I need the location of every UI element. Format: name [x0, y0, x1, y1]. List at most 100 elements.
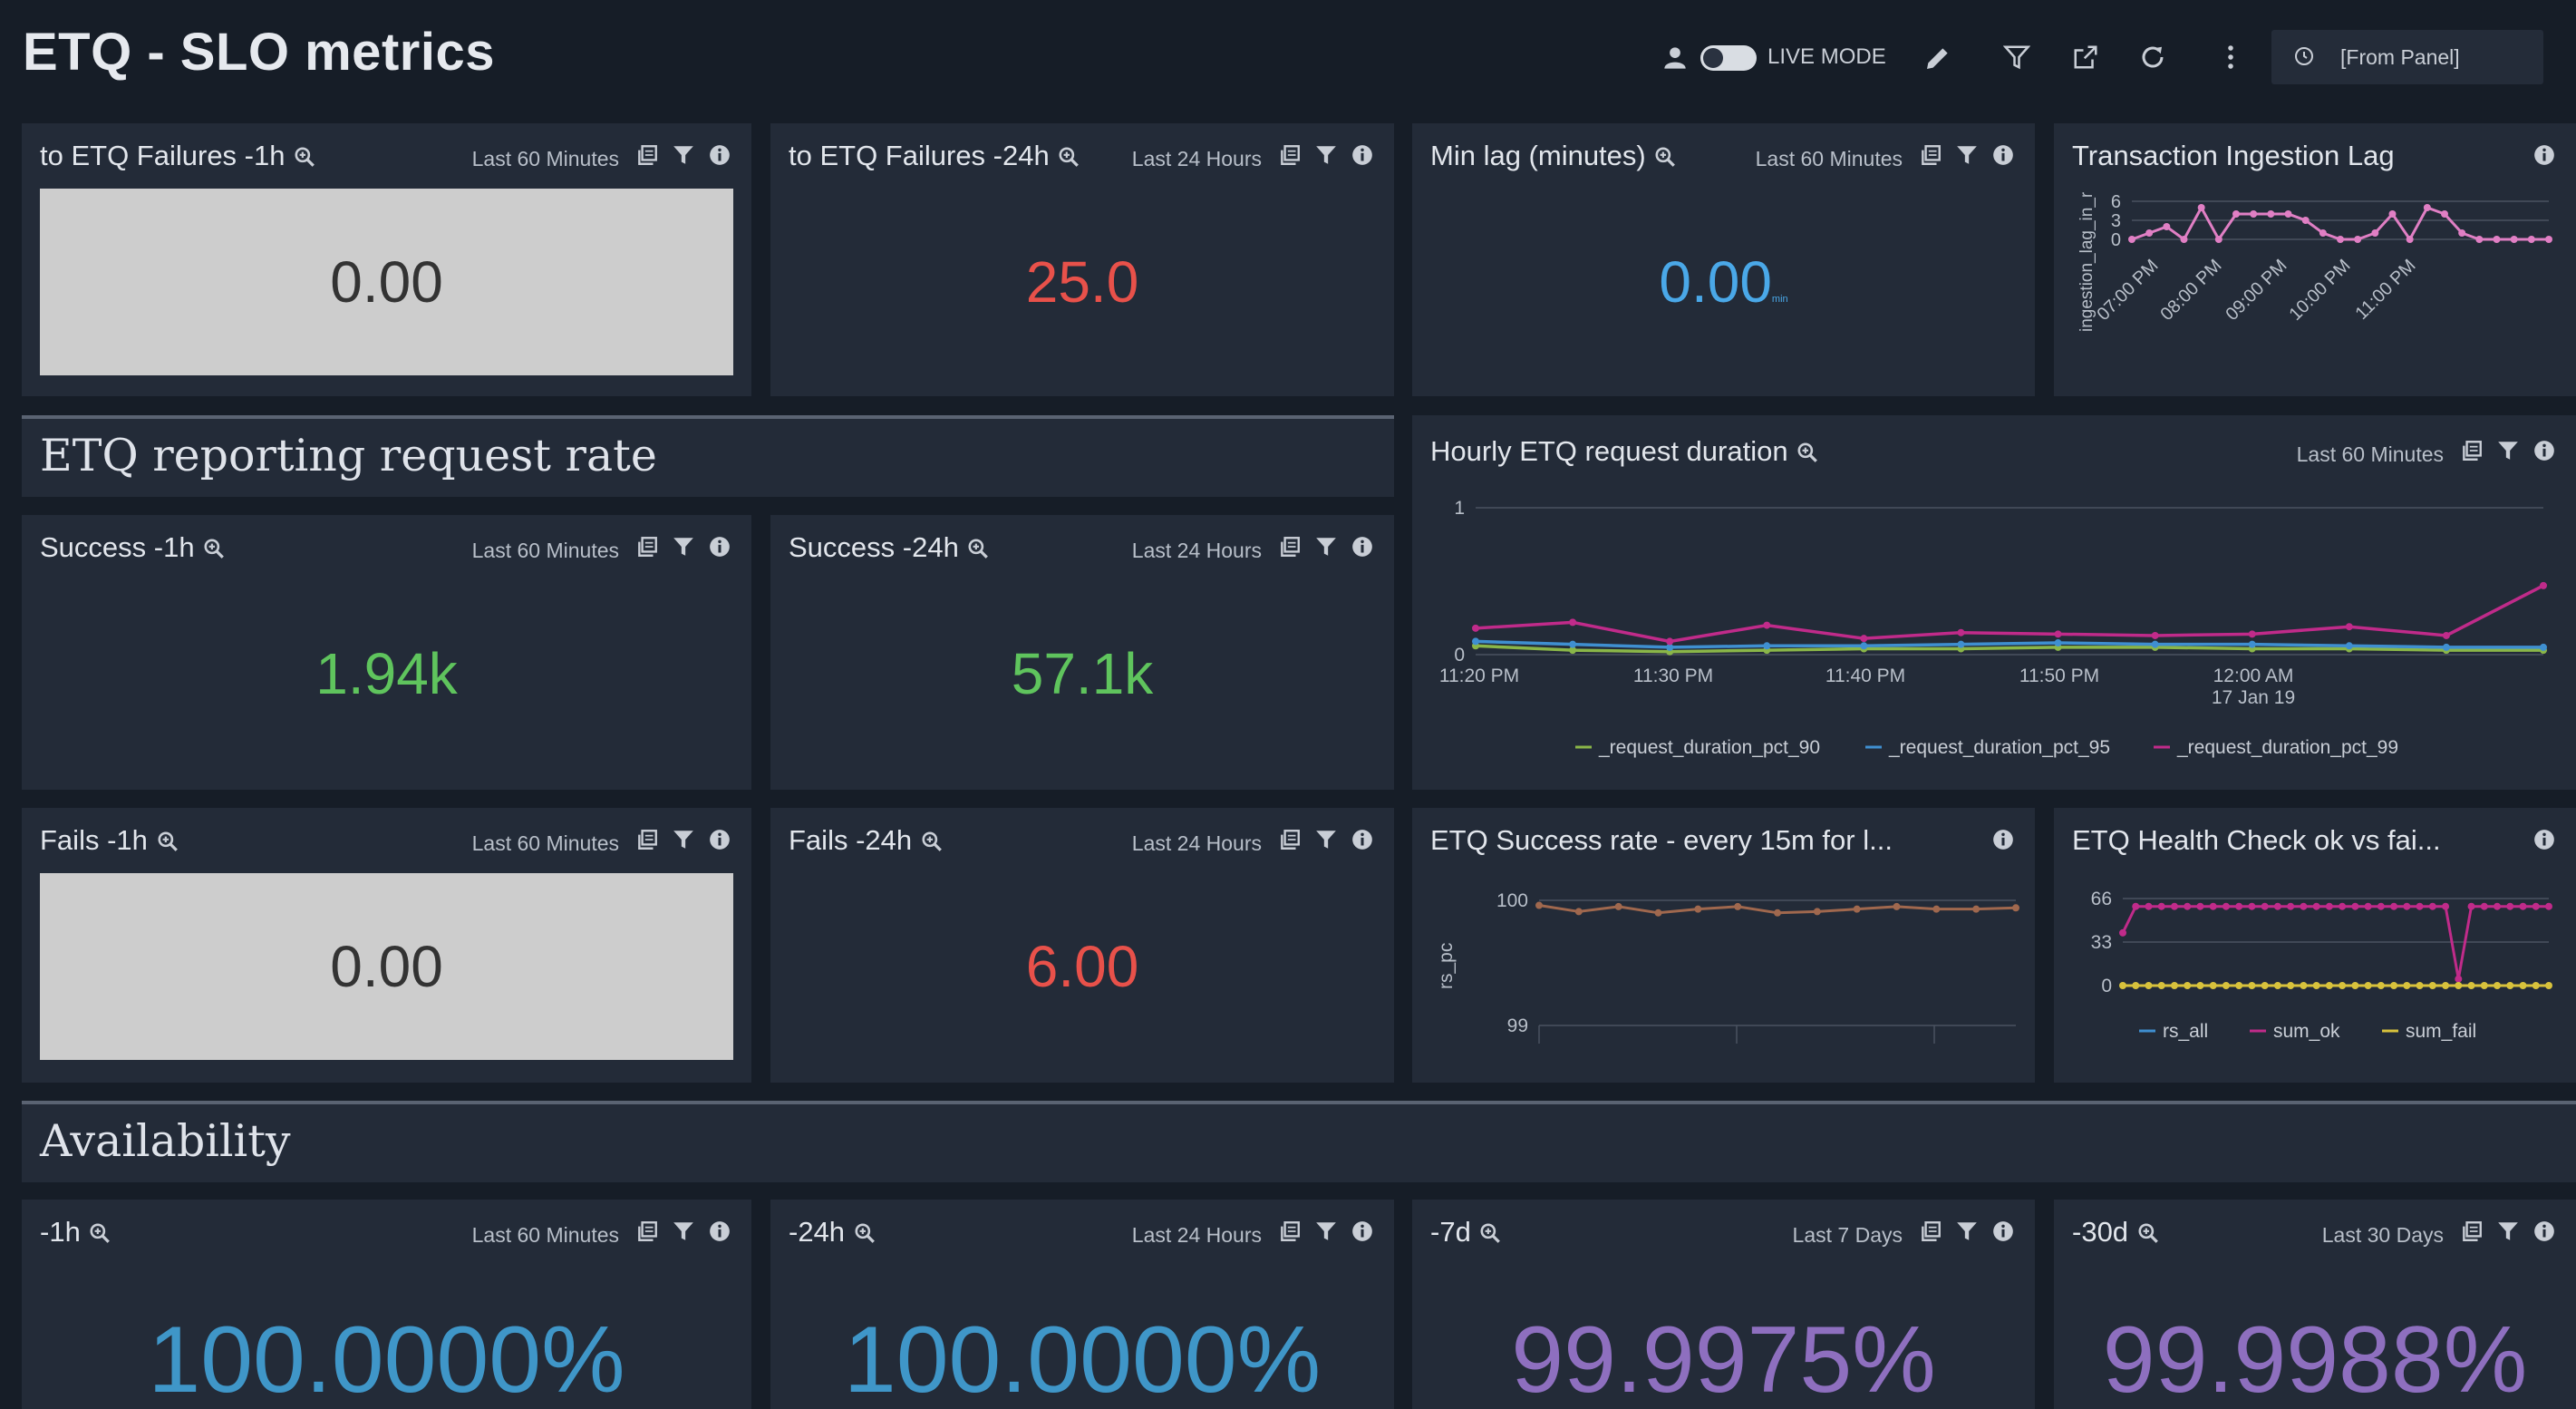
zoom-icon[interactable]: [156, 830, 179, 853]
copy-icon[interactable]: [635, 535, 659, 559]
copy-icon[interactable]: [635, 1220, 659, 1243]
filter-icon[interactable]: [672, 828, 695, 851]
panel-title: Transaction Ingestion Lag: [2072, 140, 2395, 171]
info-icon[interactable]: [1991, 143, 2015, 167]
info-icon[interactable]: [2532, 1220, 2556, 1243]
single-value: 0.00: [330, 249, 443, 315]
info-icon[interactable]: [2532, 143, 2556, 167]
info-icon[interactable]: [1991, 828, 2015, 851]
zoom-icon[interactable]: [966, 537, 990, 560]
zoom-icon[interactable]: [1796, 441, 1819, 464]
user-icon[interactable]: [1662, 45, 1688, 71]
filter-icon[interactable]: [1955, 143, 1979, 167]
data-point: [2390, 902, 2398, 910]
info-icon[interactable]: [708, 535, 731, 559]
info-icon[interactable]: [2532, 828, 2556, 851]
refresh-icon[interactable]: [2139, 44, 2166, 71]
info-icon[interactable]: [1991, 1220, 2015, 1243]
zoom-icon[interactable]: [88, 1221, 111, 1245]
copy-icon[interactable]: [1278, 143, 1302, 167]
filter-icon[interactable]: [672, 143, 695, 167]
data-point: [2300, 982, 2308, 989]
info-icon[interactable]: [708, 1220, 731, 1243]
data-point: [2442, 643, 2450, 651]
filter-icon[interactable]: [672, 535, 695, 559]
filter-icon[interactable]: [2496, 439, 2520, 462]
info-icon[interactable]: [1351, 143, 1374, 167]
zoom-icon[interactable]: [1478, 1221, 1502, 1245]
panel-actions: [1919, 143, 2015, 167]
data-point: [2132, 982, 2140, 989]
share-icon[interactable]: [2072, 44, 2099, 71]
filter-icon[interactable]: [1314, 828, 1338, 851]
data-point: [2235, 982, 2243, 989]
info-icon[interactable]: [2532, 439, 2556, 462]
copy-icon[interactable]: [1278, 828, 1302, 851]
copy-icon[interactable]: [1278, 1220, 1302, 1243]
copy-icon[interactable]: [635, 143, 659, 167]
data-point: [2248, 630, 2256, 638]
zoom-icon[interactable]: [1653, 145, 1677, 169]
data-point: [2467, 902, 2475, 910]
time-range-selector[interactable]: [From Panel]: [2271, 30, 2543, 84]
panel-actions: [1278, 143, 1374, 167]
data-point: [2506, 902, 2514, 910]
y-tick-label: 3: [2111, 211, 2121, 231]
panel-transaction-ingestion-lag: Transaction Ingestion Lag 6 3 0 ingestion_l…: [2054, 123, 2576, 396]
data-point: [2480, 902, 2488, 910]
data-point: [2250, 210, 2258, 218]
data-point: [2337, 236, 2344, 243]
data-point: [2300, 902, 2308, 910]
filter-icon[interactable]: [1955, 1220, 1979, 1243]
legend-label: rs_all: [2163, 1021, 2208, 1042]
data-point: [1574, 908, 1583, 916]
copy-icon[interactable]: [1919, 143, 1942, 167]
info-icon[interactable]: [1351, 828, 1374, 851]
panel-actions: [1278, 828, 1374, 851]
copy-icon[interactable]: [1919, 1220, 1942, 1243]
copy-icon[interactable]: [635, 828, 659, 851]
filter-icon[interactable]: [1314, 535, 1338, 559]
filter-icon[interactable]: [1314, 143, 1338, 167]
copy-icon[interactable]: [2460, 439, 2484, 462]
panel-actions: [1278, 1220, 1374, 1243]
data-point: [1853, 905, 1861, 913]
panel-title: ETQ Health Check ok vs fai...: [2072, 824, 2441, 856]
panel-etq-success-rate: ETQ Success rate - every 15m for l... 10…: [1412, 808, 2035, 1083]
info-icon[interactable]: [1351, 1220, 1374, 1243]
zoom-icon[interactable]: [1057, 145, 1080, 169]
info-icon[interactable]: [708, 828, 731, 851]
panel-title: -24h: [789, 1216, 876, 1249]
filter-icon[interactable]: [1314, 1220, 1338, 1243]
info-icon[interactable]: [1351, 535, 1374, 559]
filter-icon[interactable]: [672, 1220, 695, 1243]
panel-actions: [1278, 535, 1374, 559]
filter-icon[interactable]: [2496, 1220, 2520, 1243]
data-point: [2287, 982, 2295, 989]
filter-icon[interactable]: [2003, 44, 2030, 71]
data-point: [2354, 236, 2362, 243]
data-point: [1472, 637, 1479, 646]
data-point: [2403, 982, 2411, 989]
zoom-icon[interactable]: [202, 537, 226, 560]
y-tick-label: 66: [2091, 889, 2112, 909]
more-vertical-icon[interactable]: [2217, 44, 2244, 71]
data-point: [2351, 982, 2359, 989]
pencil-icon[interactable]: [1923, 44, 1952, 73]
panel-title: to ETQ Failures -1h: [40, 140, 316, 172]
zoom-icon[interactable]: [2136, 1221, 2160, 1245]
copy-icon[interactable]: [2460, 1220, 2484, 1243]
live-mode-toggle[interactable]: [1700, 45, 1757, 71]
data-point: [2428, 982, 2436, 989]
data-point: [2287, 902, 2295, 910]
copy-icon[interactable]: [1278, 535, 1302, 559]
panel-time-range: Last 60 Minutes: [471, 831, 619, 855]
zoom-icon[interactable]: [853, 1221, 876, 1245]
info-icon[interactable]: [708, 143, 731, 167]
zoom-icon[interactable]: [920, 830, 944, 853]
data-point: [2493, 236, 2501, 243]
data-point: [2442, 631, 2450, 639]
zoom-icon[interactable]: [293, 145, 316, 169]
data-point: [2388, 210, 2397, 218]
y-tick-label: 0: [1454, 645, 1465, 666]
